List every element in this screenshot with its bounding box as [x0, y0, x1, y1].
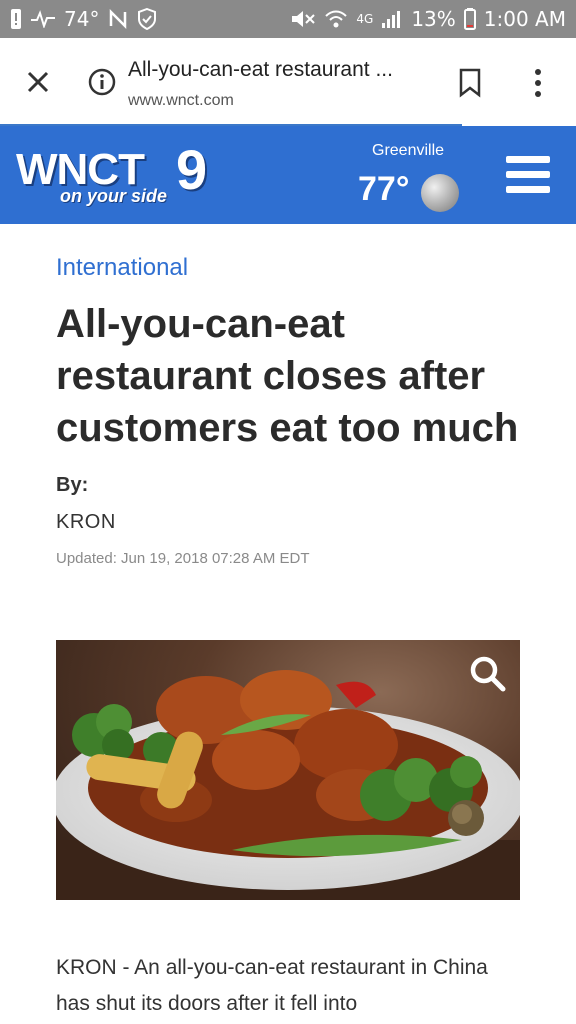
search-zoom-icon[interactable] — [468, 654, 508, 694]
byline-label: By: — [56, 474, 89, 496]
wnct-logo[interactable]: WNCT 9 on your side — [16, 142, 246, 216]
signal-icon — [381, 9, 403, 29]
article-category[interactable]: International — [56, 254, 526, 282]
status-time: 1:00 AM — [483, 7, 566, 31]
logo-number: 9 — [176, 138, 208, 201]
moon-icon — [421, 174, 459, 212]
hamburger-menu-icon[interactable] — [506, 156, 550, 194]
article-body: KRON - An all-you-can-eat restaurant in … — [56, 956, 488, 1015]
status-bar-left: 74° — [0, 7, 167, 31]
wifi-icon — [324, 9, 348, 29]
alert-icon — [10, 8, 22, 30]
article: International All-you-can-eat restaurant… — [56, 254, 526, 567]
mute-icon — [290, 8, 316, 30]
status-bar: 74° 4G 13% 1:00 AM — [0, 0, 576, 38]
page-domain[interactable]: www.wnct.com — [128, 92, 234, 110]
status-bar-right: 4G 13% 1:00 AM — [280, 7, 576, 31]
battery-percent: 13% — [411, 7, 456, 31]
close-icon[interactable] — [22, 66, 54, 98]
network-type: 4G — [356, 12, 374, 26]
article-photo[interactable] — [56, 640, 520, 900]
heart-rate-icon — [30, 10, 56, 28]
logo-tagline: on your side — [60, 186, 168, 206]
browser-toolbar: All-you-can-eat restaurant ... www.wnct.… — [0, 38, 576, 127]
updated-timestamp: Updated: Jun 19, 2018 07:28 AM EDT — [56, 550, 310, 567]
byline-name: KRON — [56, 511, 116, 533]
weather-temp[interactable]: 77° — [358, 170, 409, 209]
site-header: WNCT 9 on your side Greenville 77° — [0, 126, 576, 224]
nfc-icon — [107, 8, 129, 30]
status-temperature: 74° — [64, 7, 100, 31]
battery-icon — [463, 8, 476, 30]
shield-icon — [137, 8, 157, 30]
weather-city[interactable]: Greenville — [372, 142, 444, 160]
page-title[interactable]: All-you-can-eat restaurant ... — [128, 58, 428, 82]
bookmark-icon[interactable] — [458, 68, 482, 98]
food-plate-image — [56, 670, 520, 900]
info-icon[interactable] — [88, 68, 116, 96]
article-headline: All-you-can-eat restaurant closes after … — [56, 302, 519, 450]
more-vert-icon[interactable] — [530, 68, 546, 98]
